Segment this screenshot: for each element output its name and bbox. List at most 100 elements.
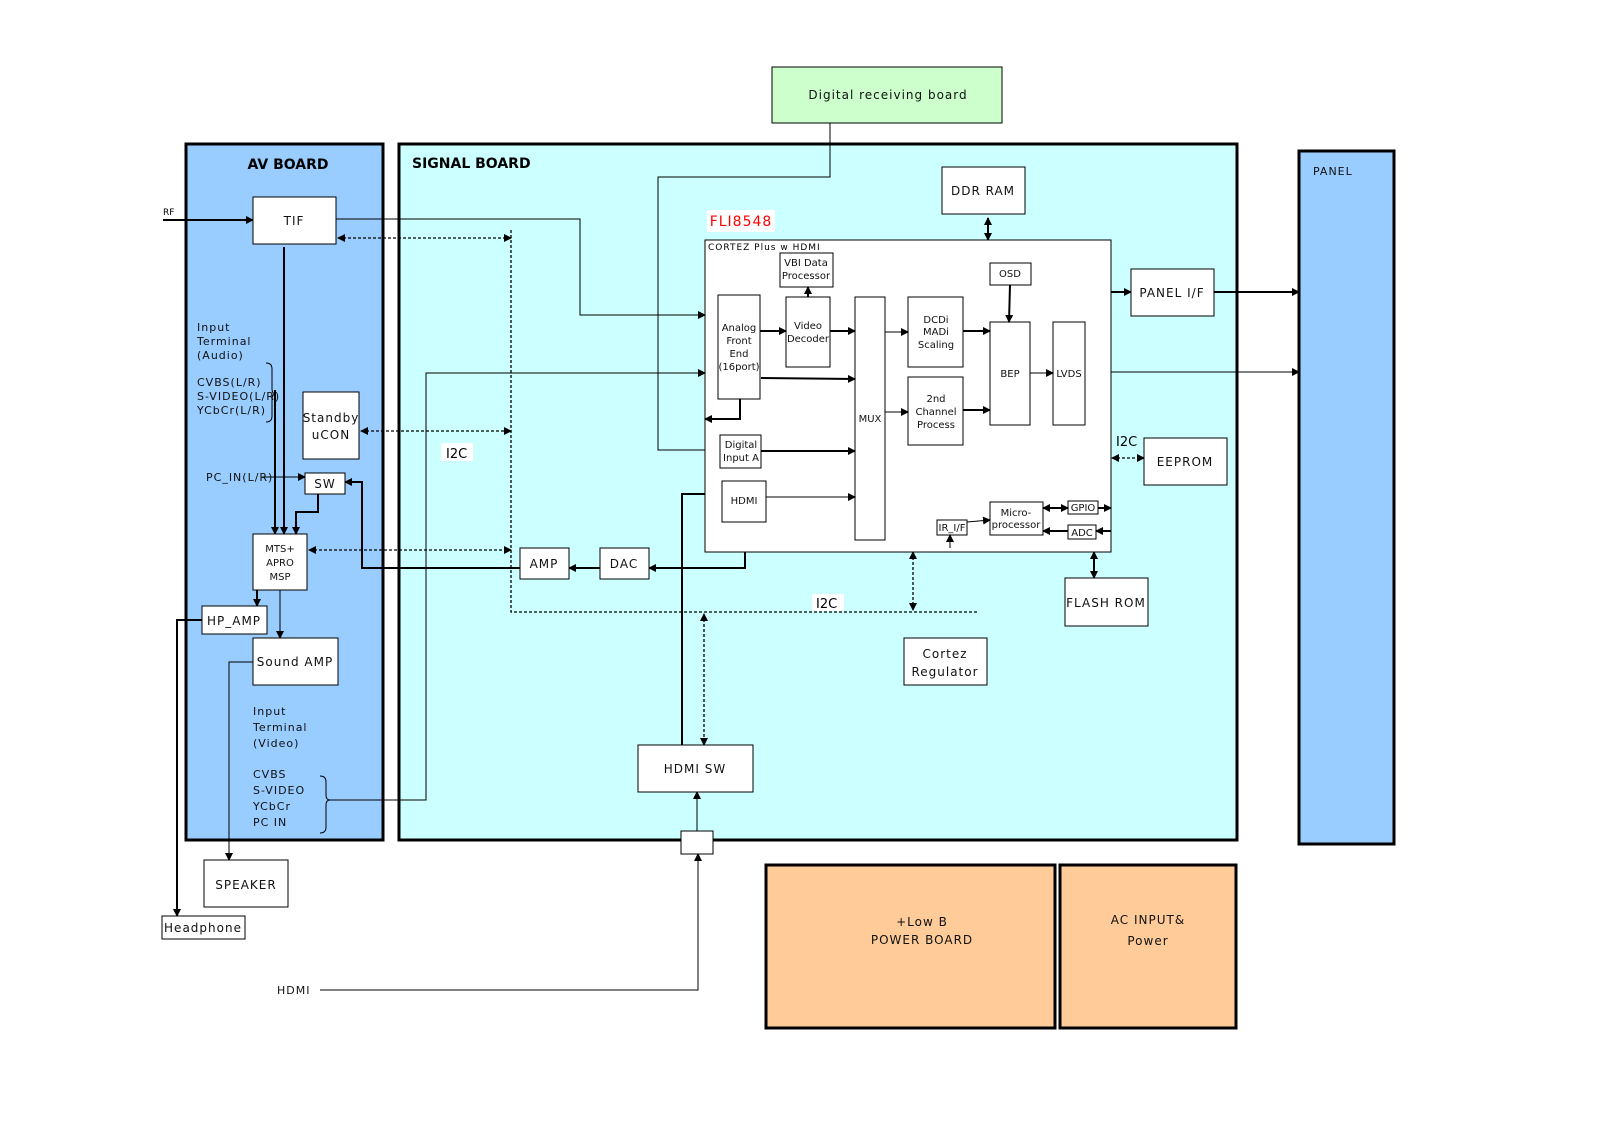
svg-text:AC INPUT&: AC INPUT& <box>1111 913 1185 927</box>
block-diagram: Digital receiving board AV BOARD SIGNAL … <box>161 66 1396 1030</box>
svg-text:Cortez: Cortez <box>922 647 967 661</box>
svg-text:EEPROM: EEPROM <box>1157 455 1214 469</box>
headphone-block: Headphone <box>161 915 246 940</box>
svg-text:HP_AMP: HP_AMP <box>207 614 261 628</box>
svg-text:+Low B: +Low B <box>896 915 948 929</box>
svg-text:Front: Front <box>726 336 751 347</box>
svg-text:MUX: MUX <box>859 414 882 425</box>
svg-text:DDR RAM: DDR RAM <box>951 184 1015 198</box>
power-board: +Low B POWER BOARD <box>764 863 1057 1030</box>
svg-text:DCDi: DCDi <box>923 315 948 326</box>
svg-text:Terminal: Terminal <box>252 721 308 734</box>
digital-input-block: Digital Input A <box>719 434 762 469</box>
adc-block: ADC <box>1067 524 1097 540</box>
svg-text:AMP: AMP <box>530 557 559 571</box>
cortez-regulator-block: Cortez Regulator <box>903 637 988 686</box>
svg-text:I2C: I2C <box>1116 435 1137 450</box>
svg-text:S-VIDEO: S-VIDEO <box>253 784 305 797</box>
mux-block: MUX <box>854 296 886 541</box>
svg-text:TIF: TIF <box>283 214 305 228</box>
svg-text:(Video): (Video) <box>253 737 299 750</box>
svg-text:CVBS(L/R): CVBS(L/R) <box>197 376 262 389</box>
analog-front-end-block: Analog Front End (16port) <box>717 294 761 400</box>
svg-text:S-VIDEO(L/R): S-VIDEO(L/R) <box>197 390 280 403</box>
svg-text:Process: Process <box>917 420 955 431</box>
second-channel-block: 2nd Channel Process <box>907 376 964 446</box>
svg-text:Input: Input <box>197 321 230 334</box>
lvds-block: LVDS <box>1052 321 1086 426</box>
svg-text:Power: Power <box>1127 934 1168 948</box>
svg-text:YCbCr: YCbCr <box>252 800 291 813</box>
svg-text:FLASH ROM: FLASH ROM <box>1066 596 1146 610</box>
svg-text:MADi: MADi <box>923 327 949 338</box>
svg-text:Micro-: Micro- <box>1001 508 1032 519</box>
svg-text:MTS+: MTS+ <box>265 544 294 555</box>
svg-text:IR_I/F: IR_I/F <box>939 523 966 534</box>
svg-text:AV BOARD: AV BOARD <box>247 157 328 173</box>
microprocessor-block: Micro-processor <box>989 501 1044 536</box>
hdmi-connector <box>680 830 714 855</box>
ac-input-board: AC INPUT& Power <box>1058 863 1238 1030</box>
tif-block: TIF <box>252 196 337 245</box>
svg-text:Video: Video <box>794 321 822 332</box>
svg-text:HDMI: HDMI <box>731 496 758 507</box>
svg-text:Input A: Input A <box>723 453 759 464</box>
svg-text:I2C: I2C <box>816 597 837 612</box>
svg-text:Analog: Analog <box>722 323 757 334</box>
sw-block: SW <box>304 472 346 495</box>
svg-text:(Audio): (Audio) <box>197 349 244 362</box>
svg-text:BEP: BEP <box>1000 369 1019 380</box>
svg-text:Decoder: Decoder <box>787 334 830 345</box>
svg-text:SW: SW <box>314 477 335 491</box>
svg-text:Scaling: Scaling <box>918 340 954 351</box>
svg-text:(16port): (16port) <box>718 362 759 373</box>
svg-text:ADC: ADC <box>1071 528 1093 539</box>
video-decoder-block: Video Decoder <box>785 296 831 368</box>
svg-text:End: End <box>729 349 748 360</box>
bep-block: BEP <box>989 321 1031 426</box>
osd-block: OSD <box>989 262 1032 286</box>
svg-text:SPEAKER: SPEAKER <box>215 878 276 892</box>
digital-receiving-board: Digital receiving board <box>771 66 1003 124</box>
svg-text:PC IN: PC IN <box>253 816 287 829</box>
svg-text:Processor: Processor <box>782 271 831 282</box>
svg-text:FLI8548: FLI8548 <box>710 214 773 230</box>
svg-text:processor: processor <box>992 520 1042 531</box>
svg-text:Standby: Standby <box>303 411 360 425</box>
hdmi-sw-block: HDMI SW <box>637 744 754 793</box>
vbi-block: VBI Data Processor <box>779 252 834 288</box>
ir-if-block: IR_I/F <box>936 519 968 536</box>
svg-text:Digital receiving board: Digital receiving board <box>808 88 967 102</box>
svg-text:DAC: DAC <box>610 557 638 571</box>
svg-text:PANEL I/F: PANEL I/F <box>1139 286 1204 300</box>
svg-text:I2C: I2C <box>446 447 467 462</box>
svg-text:CVBS: CVBS <box>253 768 287 781</box>
amp-block: AMP <box>519 547 570 580</box>
standby-ucon-block: Standby uCON <box>302 391 360 460</box>
svg-text:YCbCr(L/R): YCbCr(L/R) <box>196 404 266 417</box>
svg-text:Sound AMP: Sound AMP <box>257 655 333 669</box>
svg-text:RF: RF <box>163 208 174 218</box>
ddr-ram-block: DDR RAM <box>941 166 1026 215</box>
dcdi-block: DCDiMADi Scaling <box>907 296 964 368</box>
flash-rom-block: FLASH ROM <box>1064 577 1149 627</box>
svg-text:LVDS: LVDS <box>1056 369 1081 380</box>
svg-text:OSD: OSD <box>999 269 1021 280</box>
svg-text:CORTEZ Plus w HDMI: CORTEZ Plus w HDMI <box>708 243 821 253</box>
dac-block: DAC <box>599 547 650 580</box>
svg-text:Headphone: Headphone <box>164 921 242 935</box>
mts-block: MTS+ APRO MSP <box>252 533 308 591</box>
svg-text:Terminal: Terminal <box>196 335 252 348</box>
svg-text:POWER BOARD: POWER BOARD <box>871 933 973 947</box>
svg-text:PC_IN(L/R): PC_IN(L/R) <box>206 471 273 484</box>
eeprom-block: EEPROM <box>1143 437 1228 486</box>
panel-board: PANEL <box>1297 149 1396 846</box>
svg-text:MSP: MSP <box>269 572 290 583</box>
svg-text:SIGNAL BOARD: SIGNAL BOARD <box>412 156 531 172</box>
svg-text:PANEL: PANEL <box>1313 165 1353 178</box>
svg-text:Digital: Digital <box>725 440 757 451</box>
svg-text:APRO: APRO <box>266 558 294 569</box>
speaker-block: SPEAKER <box>203 859 289 908</box>
svg-text:uCON: uCON <box>312 428 350 442</box>
svg-text:Regulator: Regulator <box>911 665 978 679</box>
